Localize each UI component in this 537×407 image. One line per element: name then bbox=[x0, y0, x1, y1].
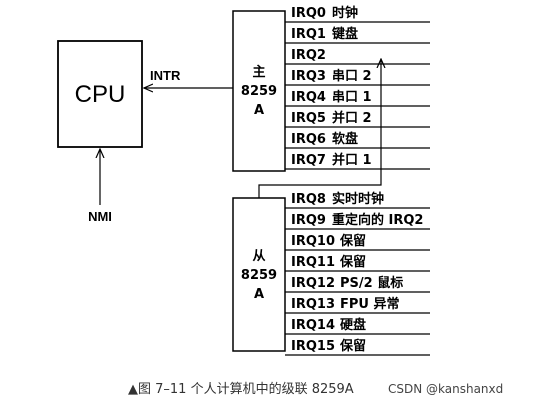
slave-irq-desc-3: 保留 bbox=[339, 254, 366, 270]
cpu-label: CPU bbox=[75, 81, 126, 108]
slave-irq-label-7: IRQ15 bbox=[291, 339, 335, 354]
master-irq-label-4: IRQ4 bbox=[291, 90, 326, 105]
master-irq-lines: IRQ0 时钟 IRQ1 键盘 IRQ2 IRQ3 串口 2 IRQ4 串口 1 IRQ5 并口 2… bbox=[285, 5, 430, 170]
master-irq-label-3: IRQ3 bbox=[291, 69, 326, 84]
master-irq-label-1: IRQ1 bbox=[291, 27, 326, 42]
watermark: CSDN @kanshanxd bbox=[388, 382, 503, 396]
master-irq-desc-7: 并口 1 bbox=[332, 152, 372, 168]
nmi-label: NMI bbox=[88, 209, 112, 224]
figure-caption: ▲图 7–11 个人计算机中的级联 8259A bbox=[128, 381, 354, 397]
slave-irq-desc-2: 保留 bbox=[339, 233, 366, 249]
slave-irq-label-0: IRQ8 bbox=[291, 192, 326, 207]
master-irq-label-7: IRQ7 bbox=[291, 153, 326, 168]
slave-irq-label-6: IRQ14 bbox=[291, 318, 335, 333]
master-irq-desc-0: 时钟 bbox=[332, 5, 358, 21]
master-irq-desc-5: 并口 2 bbox=[332, 110, 372, 126]
slave-letter: A bbox=[254, 287, 264, 302]
slave-irq-label-4: IRQ12 bbox=[291, 276, 335, 291]
intr-label: INTR bbox=[150, 68, 181, 83]
master-title: 主 bbox=[252, 64, 265, 80]
master-irq-label-6: IRQ6 bbox=[291, 132, 326, 147]
slave-title: 从 bbox=[252, 249, 265, 264]
master-irq-label-0: IRQ0 bbox=[291, 6, 326, 21]
slave-irq-desc-7: 保留 bbox=[339, 338, 366, 354]
master-irq-label-2: IRQ2 bbox=[291, 48, 326, 63]
master-letter: A bbox=[254, 103, 264, 118]
slave-irq-label-1: IRQ9 bbox=[291, 213, 326, 228]
master-irq-desc-6: 软盘 bbox=[332, 131, 358, 147]
slave-irq-desc-6: 硬盘 bbox=[340, 317, 366, 333]
master-chip: 8259 bbox=[241, 84, 277, 99]
slave-irq-label-2: IRQ10 bbox=[291, 234, 335, 249]
slave-chip: 8259 bbox=[241, 268, 277, 283]
slave-irq-label-3: IRQ11 bbox=[291, 255, 335, 270]
slave-irq-desc-1: 重定向的 IRQ2 bbox=[332, 212, 423, 228]
slave-irq-label-5: IRQ13 bbox=[291, 297, 335, 312]
slave-irq-desc-4: PS/2 鼠标 bbox=[340, 275, 403, 291]
master-irq-label-5: IRQ5 bbox=[291, 111, 326, 126]
master-irq-desc-4: 串口 1 bbox=[332, 89, 372, 105]
slave-irq-lines: IRQ8 实时时钟 IRQ9 重定向的 IRQ2 IRQ10 保留 IRQ11 保留 IRQ12… bbox=[285, 191, 430, 356]
cascade-8259-diagram: CPU INTR NMI 主 8259 A IRQ0 时钟IRQ1 键盘IRQ2IR… bbox=[57, 5, 503, 397]
slave-irq-desc-5: FPU 异常 bbox=[340, 296, 400, 312]
master-irq-desc-1: 键盘 bbox=[331, 26, 358, 42]
master-irq-desc-3: 串口 2 bbox=[332, 68, 372, 84]
slave-irq-desc-0: 实时时钟 bbox=[332, 191, 384, 207]
